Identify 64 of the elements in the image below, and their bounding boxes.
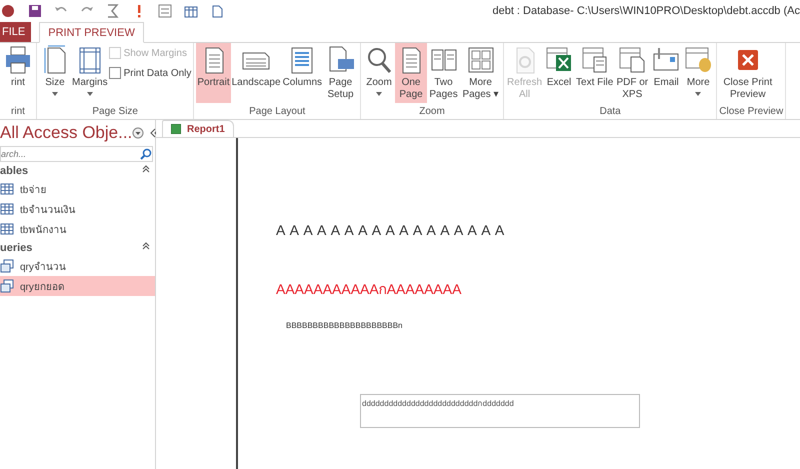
- ribbon-button[interactable]: Page Setup: [323, 43, 358, 103]
- nav-item[interactable]: tbจ่าย: [0, 179, 155, 199]
- nav-item[interactable]: tbพนักงาน: [0, 219, 155, 239]
- ribbon-button[interactable]: More: [682, 43, 714, 103]
- group-header: ueries: [0, 242, 32, 256]
- report-heading: A A A A A A A A A A A A A A A A A: [276, 222, 506, 238]
- table-icon: [0, 202, 14, 216]
- ribbon-button[interactable]: One Page: [395, 43, 428, 103]
- ribbon-button[interactable]: Landscape: [230, 43, 282, 103]
- ribbon-button[interactable]: Size: [39, 43, 71, 103]
- group-label: Page Size: [91, 106, 139, 119]
- document-tab[interactable]: Report1: [162, 120, 234, 137]
- caret-icon: [694, 91, 702, 97]
- ribbon-button[interactable]: Portrait: [196, 43, 231, 103]
- database-export-icon: [683, 45, 714, 75]
- collapse-icon[interactable]: [142, 242, 150, 250]
- group-header: ables: [0, 165, 28, 179]
- nav-title: All Access Obje...: [0, 123, 132, 143]
- caret-icon: [375, 91, 384, 97]
- report-icon: [171, 124, 181, 134]
- nav-item[interactable]: qryจำนวน: [0, 256, 155, 276]
- ribbon-tab[interactable]: PRINT PREVIEW: [39, 22, 144, 43]
- search-icon[interactable]: [140, 148, 152, 160]
- report-text: BBBBBBBBBBBBBBBBBBBBBn: [286, 321, 404, 330]
- ribbon-button[interactable]: Excel: [543, 43, 576, 103]
- group-label: Close Preview: [719, 106, 784, 119]
- query-icon: [0, 279, 14, 293]
- nav-item[interactable]: tbจำนวนเงิน: [0, 199, 155, 219]
- file-tab[interactable]: FILE: [0, 22, 32, 42]
- table-icon: [0, 222, 14, 236]
- four-pages-icon: [466, 45, 496, 75]
- save-icon[interactable]: [28, 4, 42, 18]
- table-icon[interactable]: [184, 4, 198, 18]
- report-text: AAAAAAAAAAAกAAAAAAAA: [276, 280, 462, 299]
- group-label: Zoom: [418, 106, 446, 119]
- dropdown-icon[interactable]: [132, 127, 144, 139]
- window-title: debt : Database- C:\Users\WIN10PRO\Desktop\debt.accdb (Ac: [492, 5, 800, 17]
- ribbon-button[interactable]: Columns: [282, 43, 324, 103]
- ribbon-button[interactable]: Margins: [71, 43, 109, 103]
- search-field[interactable]: arch...: [0, 146, 153, 162]
- pdf-file-icon: [617, 45, 648, 75]
- ribbon-button[interactable]: PDF or XPS: [614, 43, 650, 103]
- checkbox[interactable]: Print Data Only: [108, 67, 192, 79]
- group-label: rint: [10, 106, 26, 119]
- collapse-icon[interactable]: [142, 165, 150, 173]
- group-label: Data: [598, 106, 622, 119]
- ribbon-button[interactable]: More Pages ▾: [460, 43, 502, 103]
- page-icon[interactable]: [210, 4, 224, 18]
- table-icon: [0, 182, 14, 196]
- group-label: Page Layout: [248, 106, 306, 119]
- printer-icon: [3, 45, 33, 75]
- caret-icon: [86, 91, 94, 97]
- text-box: ddddddddddddddddddddddddddกddddddd: [360, 394, 640, 428]
- caret-icon: [51, 91, 59, 97]
- ribbon-button[interactable]: Email: [650, 43, 682, 103]
- nav-item[interactable]: qryยกยอด: [0, 276, 155, 296]
- ribbon-button[interactable]: Close Print Preview: [719, 43, 776, 103]
- form-icon[interactable]: [158, 4, 172, 18]
- ribbon-button[interactable]: rint: [2, 43, 34, 103]
- ribbon-button[interactable]: Text File: [575, 43, 614, 103]
- ribbon-button[interactable]: Zoom: [363, 43, 396, 103]
- query-icon: [0, 259, 14, 273]
- ribbon-button[interactable]: Two Pages: [427, 43, 460, 103]
- sum-icon[interactable]: [106, 4, 120, 18]
